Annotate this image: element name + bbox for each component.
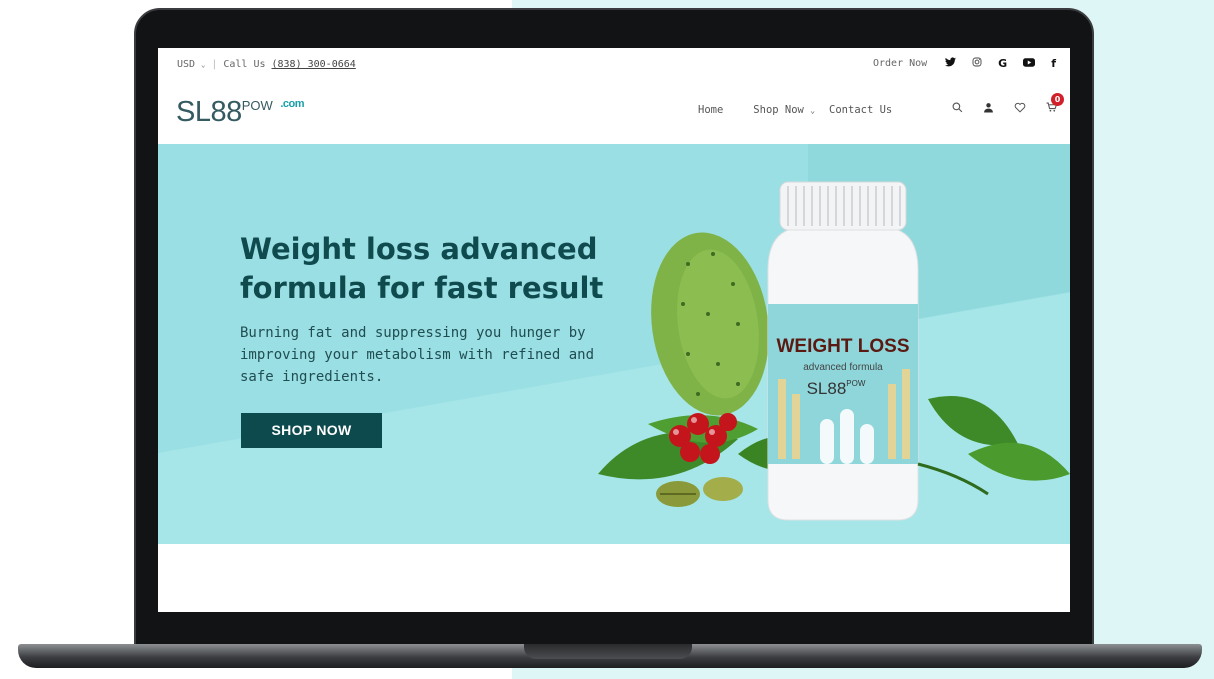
- logo-domain: .com: [280, 98, 305, 110]
- site-header: SL88POW .com Home Shop Now ⌄ Contact Us: [158, 80, 1070, 144]
- top-bar-right: Order Now G f: [873, 57, 1056, 70]
- header-icons: 0: [952, 93, 1064, 116]
- facebook-icon[interactable]: f: [1051, 57, 1056, 70]
- hero-banner: Weight loss advanced formula for fast re…: [158, 144, 1070, 544]
- laptop-notch: [524, 644, 692, 659]
- nav-home[interactable]: Home: [698, 104, 723, 116]
- cart-count-badge: 0: [1051, 93, 1064, 106]
- currency-selector[interactable]: USD ⌄: [177, 59, 205, 70]
- bottle-label-title: WEIGHT LOSS: [777, 336, 910, 357]
- instagram-icon[interactable]: [972, 57, 982, 70]
- order-now-link[interactable]: Order Now: [873, 58, 927, 69]
- heart-icon[interactable]: [1014, 102, 1026, 116]
- chevron-down-icon: ⌄: [810, 106, 816, 115]
- hero-subtitle: Burning fat and suppressing you hunger b…: [240, 325, 595, 385]
- currency-label: USD: [177, 59, 196, 70]
- shop-now-button[interactable]: SHOP NOW: [241, 413, 382, 448]
- top-bar: USD ⌄ | Call Us (838) 300-0664 Order Now…: [158, 48, 1070, 80]
- divider: |: [211, 59, 218, 70]
- laptop-screen: USD ⌄ | Call Us (838) 300-0664 Order Now…: [158, 48, 1070, 612]
- top-bar-left: USD ⌄ | Call Us (838) 300-0664: [177, 59, 356, 70]
- nav-shop-now[interactable]: Shop Now ⌄: [753, 104, 815, 116]
- user-icon[interactable]: [983, 102, 994, 116]
- nav-shop-now-label: Shop Now: [753, 104, 804, 116]
- chevron-down-icon: ⌄: [201, 61, 206, 69]
- search-icon[interactable]: [952, 102, 963, 116]
- content-area: [158, 544, 1070, 612]
- phone-link[interactable]: (838) 300-0664: [272, 59, 356, 70]
- call-label: Call Us: [223, 59, 266, 70]
- bottle-label-subtitle: advanced formula: [803, 362, 883, 373]
- cart-button[interactable]: 0: [1046, 93, 1064, 116]
- logo-superscript: POW: [241, 98, 273, 113]
- product-illustration: WEIGHT LOSS advanced formula SL88POW: [598, 181, 1070, 521]
- nav-contact-us[interactable]: Contact Us: [829, 104, 892, 116]
- site-logo[interactable]: SL88POW .com: [176, 96, 305, 129]
- youtube-icon[interactable]: [1023, 57, 1036, 70]
- hero-title: Weight loss advanced formula for fast re…: [240, 232, 604, 305]
- twitter-icon[interactable]: [945, 57, 957, 70]
- supplement-bottle: WEIGHT LOSS advanced formula SL88POW: [767, 181, 919, 521]
- main-nav: Home Shop Now ⌄ Contact Us: [698, 104, 922, 116]
- google-icon[interactable]: G: [998, 57, 1007, 70]
- logo-text: SL88: [176, 96, 242, 128]
